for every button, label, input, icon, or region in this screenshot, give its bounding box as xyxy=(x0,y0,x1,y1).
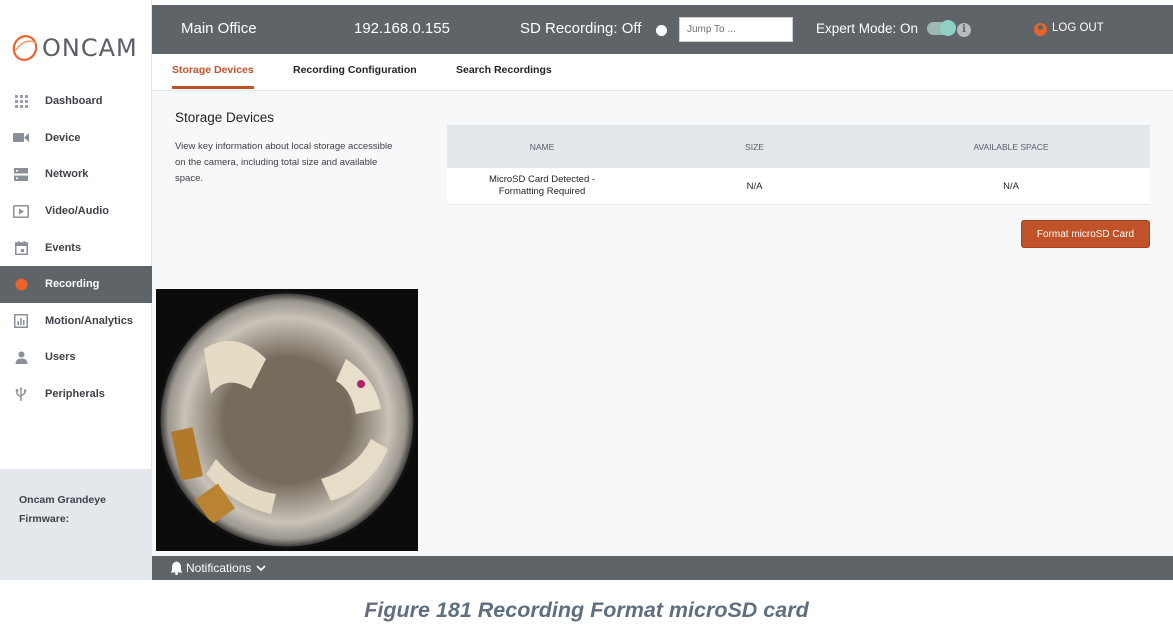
info-icon[interactable]: i xyxy=(957,23,971,37)
cell-name-line1: MicroSD Card Detected - xyxy=(488,174,596,185)
notifications-label: Notifications xyxy=(186,561,252,575)
logout-icon[interactable] xyxy=(1034,23,1047,36)
fisheye-image xyxy=(157,290,417,550)
sidebar-nav: Dashboard Device Network Video/Audio Eve… xyxy=(0,83,152,412)
storage-table: NAME SIZE AVAILABLE SPACE MicroSD Card D… xyxy=(447,125,1150,205)
sidebar-item-label: Device xyxy=(45,131,81,144)
logout-button[interactable]: LOG OUT xyxy=(1052,22,1104,34)
tab-bar: Storage Devices Recording Configuration … xyxy=(152,54,1173,91)
status-dot-icon xyxy=(656,25,667,36)
cell-name-line2: Formatting Required xyxy=(498,186,586,197)
jump-to-input[interactable]: Jump To ... xyxy=(679,17,793,42)
section-title: Storage Devices xyxy=(175,110,275,125)
sidebar-item-label: Dashboard xyxy=(45,95,103,108)
ip-address: 192.168.0.155 xyxy=(354,20,450,37)
tab-recording-configuration[interactable]: Recording Configuration xyxy=(293,64,417,86)
notifications-bar[interactable]: Notifications xyxy=(152,556,1173,580)
bell-icon xyxy=(170,561,183,575)
column-header-available-space: AVAILABLE SPACE xyxy=(973,141,1049,152)
expert-mode-toggle[interactable] xyxy=(927,20,956,36)
sidebar-item-video-audio[interactable]: Video/Audio xyxy=(0,193,152,230)
camera-icon xyxy=(13,131,29,145)
figure-caption: Figure 181 Recording Format microSD card xyxy=(364,598,809,622)
column-header-name: NAME xyxy=(529,141,555,152)
app-window: ONCAM Dashboard Device Network Video/Aud… xyxy=(0,0,1173,580)
calendar-icon xyxy=(13,240,29,255)
usb-icon xyxy=(13,386,29,401)
location-name: Main Office xyxy=(181,20,257,37)
sidebar-item-events[interactable]: Events xyxy=(0,229,152,266)
sidebar: ONCAM Dashboard Device Network Video/Aud… xyxy=(0,0,152,580)
sidebar-item-recording[interactable]: Recording xyxy=(0,265,152,303)
main-content: Storage Devices View key information abo… xyxy=(152,91,1173,556)
chart-icon xyxy=(13,313,29,328)
sidebar-item-device[interactable]: Device xyxy=(0,120,152,157)
firmware-label: Firmware: xyxy=(19,513,70,525)
table-row: MicroSD Card Detected - Formatting Requi… xyxy=(447,168,1150,205)
device-info-panel: Oncam Grandeye Firmware: xyxy=(0,469,152,580)
tab-storage-devices[interactable]: Storage Devices xyxy=(172,64,254,89)
format-microsd-button[interactable]: Format microSD Card xyxy=(1021,220,1150,248)
cell-name: MicroSD Card Detected - Formatting Requi… xyxy=(447,168,637,204)
sidebar-item-label: Users xyxy=(45,351,76,364)
column-header-size: SIZE xyxy=(745,141,764,152)
sd-recording-status: SD Recording: Off xyxy=(520,20,642,37)
sidebar-item-label: Network xyxy=(45,168,89,181)
sidebar-item-label: Peripherals xyxy=(45,388,105,401)
sidebar-item-users[interactable]: Users xyxy=(0,339,152,376)
record-dot-icon xyxy=(13,277,29,291)
sidebar-item-dashboard[interactable]: Dashboard xyxy=(0,83,152,120)
tab-search-recordings[interactable]: Search Recordings xyxy=(456,64,552,86)
sidebar-item-label: Events xyxy=(45,241,82,254)
sidebar-item-peripherals[interactable]: Peripherals xyxy=(0,376,152,413)
top-bar: Main Office 192.168.0.155 SD Recording: … xyxy=(152,5,1173,54)
expert-mode-label: Expert Mode: On xyxy=(816,21,919,36)
cell-available-space: N/A xyxy=(1003,180,1019,192)
chevron-down-icon xyxy=(256,565,266,572)
sidebar-item-motion-analytics[interactable]: Motion/Analytics xyxy=(0,303,152,340)
camera-fisheye-preview xyxy=(156,289,418,551)
brand-name: ONCAM xyxy=(42,34,138,62)
table-header: NAME SIZE AVAILABLE SPACE xyxy=(447,125,1150,168)
sidebar-item-network[interactable]: Network xyxy=(0,156,152,193)
play-icon xyxy=(13,204,29,218)
oncam-logo: ONCAM xyxy=(10,33,138,63)
toggle-knob xyxy=(940,20,956,36)
sidebar-item-label: Recording xyxy=(45,278,100,291)
section-description: View key information about local storage… xyxy=(175,141,393,184)
grid-icon xyxy=(13,94,29,108)
cell-size: N/A xyxy=(746,180,763,192)
user-icon xyxy=(13,350,29,364)
device-model: Oncam Grandeye xyxy=(19,494,106,506)
server-icon xyxy=(13,167,29,181)
oncam-swirl-icon xyxy=(12,35,38,61)
sidebar-item-label: Motion/Analytics xyxy=(45,314,134,327)
sidebar-item-label: Video/Audio xyxy=(45,205,109,218)
